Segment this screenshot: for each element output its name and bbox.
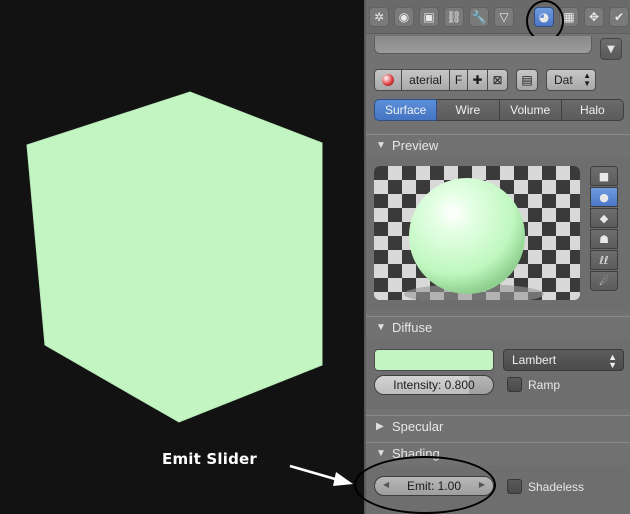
preview-hair[interactable]: ℓℓ bbox=[590, 250, 618, 270]
triangle-down-icon: ▼ bbox=[376, 140, 386, 151]
preview-sphere bbox=[409, 178, 525, 294]
triangle-right-icon: ▶ bbox=[376, 421, 384, 432]
slot-menu-button[interactable]: ▼ bbox=[600, 38, 622, 60]
tab-world[interactable]: ◉ bbox=[394, 7, 414, 27]
preview-title: Preview bbox=[392, 138, 439, 153]
cube-icon: ◆ bbox=[599, 211, 609, 225]
constraint-icon: ⛓ bbox=[446, 10, 462, 24]
material-icon: ◕ bbox=[538, 10, 550, 24]
diffuse-color-swatch[interactable] bbox=[374, 349, 494, 371]
tab-object[interactable]: ▣ bbox=[419, 7, 439, 27]
triangle-down-icon: ▼ bbox=[376, 448, 386, 459]
plus-icon: ✚ bbox=[472, 73, 483, 87]
intensity-label: Intensity: 0.800 bbox=[393, 378, 475, 392]
specular-panel-header[interactable]: ▶ Specular bbox=[366, 415, 630, 437]
ramp-label: Ramp bbox=[528, 378, 561, 392]
chevron-down-icon: ▼ bbox=[607, 43, 615, 55]
cube-mesh[interactable] bbox=[26, 91, 323, 423]
particles-icon: ✥ bbox=[588, 10, 600, 24]
mode-halo[interactable]: Halo bbox=[561, 99, 624, 121]
emit-label: Emit: 1.00 bbox=[406, 479, 462, 493]
emit-slider-callout: Emit Slider bbox=[162, 450, 258, 468]
tab-modifiers[interactable]: 🔧 bbox=[469, 7, 489, 27]
tab-physics[interactable]: ✔ bbox=[609, 7, 629, 27]
intensity-slider[interactable]: Intensity: 0.800 bbox=[374, 375, 494, 395]
increment-arrow-icon[interactable]: ▶ bbox=[479, 480, 485, 489]
sphere-icon: ● bbox=[599, 190, 609, 204]
diffuse-shader-select[interactable]: Lambert ▲ ▼ bbox=[503, 349, 624, 371]
flat-plane-icon: ■ bbox=[598, 169, 610, 183]
tab-material[interactable]: ◕ bbox=[534, 7, 554, 27]
tab-texture[interactable]: ▦ bbox=[559, 7, 579, 27]
specular-title: Specular bbox=[392, 419, 444, 434]
shading-panel-header[interactable]: ▼ Shading bbox=[366, 442, 630, 464]
mode-volume[interactable]: Volume bbox=[499, 99, 562, 121]
material-preview[interactable] bbox=[374, 166, 580, 300]
diffuse-shader-value: Lambert bbox=[512, 353, 557, 367]
close-icon: ⊠ bbox=[492, 73, 503, 87]
link-data-button[interactable]: ▤ bbox=[516, 69, 538, 91]
material-sphere-icon bbox=[382, 74, 394, 86]
sphere-sky-icon: ☄ bbox=[599, 274, 609, 288]
link-type-value: Dat bbox=[554, 73, 573, 87]
material-type-tabs: Surface Wire Volume Halo bbox=[374, 99, 624, 121]
modifier-wrench-icon: 🔧 bbox=[471, 10, 487, 24]
material-slot-list[interactable] bbox=[374, 36, 592, 54]
preview-shape-toolbar: ■ ● ◆ ☗ ℓℓ ☄ bbox=[590, 166, 620, 292]
preview-render bbox=[374, 166, 580, 300]
diffuse-panel-header[interactable]: ▼ Diffuse bbox=[366, 316, 630, 338]
shading-title: Shading bbox=[392, 446, 440, 461]
fake-user-button[interactable]: F bbox=[450, 69, 468, 91]
diffuse-title: Diffuse bbox=[392, 320, 433, 335]
monkey-icon: ☗ bbox=[599, 232, 609, 246]
mode-wire[interactable]: Wire bbox=[437, 99, 500, 121]
browse-material-button[interactable] bbox=[374, 69, 402, 91]
link-type-select[interactable]: Dat ▲ ▼ bbox=[546, 69, 596, 91]
world-icon: ◉ bbox=[398, 10, 410, 24]
preview-monkey[interactable]: ☗ bbox=[590, 229, 618, 249]
material-datablock-row: aterial F ✚ ⊠ ▤ Dat ▲ ▼ bbox=[374, 69, 596, 91]
mesh-data-icon: ▽ bbox=[499, 10, 509, 24]
preview-panel-header[interactable]: ▼ Preview bbox=[366, 134, 630, 156]
preview-cube[interactable]: ◆ bbox=[590, 208, 618, 228]
shadeless-checkbox[interactable] bbox=[507, 479, 522, 494]
3d-viewport[interactable] bbox=[0, 0, 364, 514]
hair-strands-icon: ℓℓ bbox=[599, 253, 609, 267]
cube-render bbox=[26, 91, 323, 423]
scene-icon: ✲ bbox=[373, 10, 385, 24]
mode-surface[interactable]: Surface bbox=[374, 99, 438, 121]
material-name-field[interactable]: aterial bbox=[402, 69, 450, 91]
data-link-icon: ▤ bbox=[521, 73, 533, 87]
preview-sphere-button[interactable]: ● bbox=[590, 187, 618, 207]
tab-particles[interactable]: ✥ bbox=[584, 7, 604, 27]
tab-scene[interactable]: ✲ bbox=[369, 7, 389, 27]
preview-sky[interactable]: ☄ bbox=[590, 271, 618, 291]
preview-flat[interactable]: ■ bbox=[590, 166, 618, 186]
updown-arrows-icon: ▲ ▼ bbox=[583, 71, 591, 88]
physics-icon: ✔ bbox=[613, 10, 625, 24]
texture-icon: ▦ bbox=[563, 10, 575, 24]
ramp-checkbox[interactable] bbox=[507, 377, 522, 392]
tab-constraints[interactable]: ⛓ bbox=[444, 7, 464, 27]
unlink-material-button[interactable]: ⊠ bbox=[488, 69, 508, 91]
properties-panel: ✲ ◉ ▣ ⛓ 🔧 ▽ ◕ ▦ ✥ ✔ ▼ aterial F ✚ ⊠ ▤ Da… bbox=[364, 0, 630, 514]
new-material-button[interactable]: ✚ bbox=[468, 69, 488, 91]
triangle-down-icon: ▼ bbox=[376, 322, 386, 333]
emit-slider[interactable]: ◀ Emit: 1.00 ▶ bbox=[374, 476, 494, 496]
context-tab-bar: ✲ ◉ ▣ ⛓ 🔧 ▽ ◕ ▦ ✥ ✔ bbox=[366, 0, 630, 42]
decrement-arrow-icon[interactable]: ◀ bbox=[383, 480, 389, 489]
object-icon: ▣ bbox=[423, 10, 435, 24]
shadeless-label: Shadeless bbox=[528, 480, 585, 494]
updown-arrows-icon: ▲ ▼ bbox=[608, 352, 617, 370]
tab-mesh-data[interactable]: ▽ bbox=[494, 7, 514, 27]
